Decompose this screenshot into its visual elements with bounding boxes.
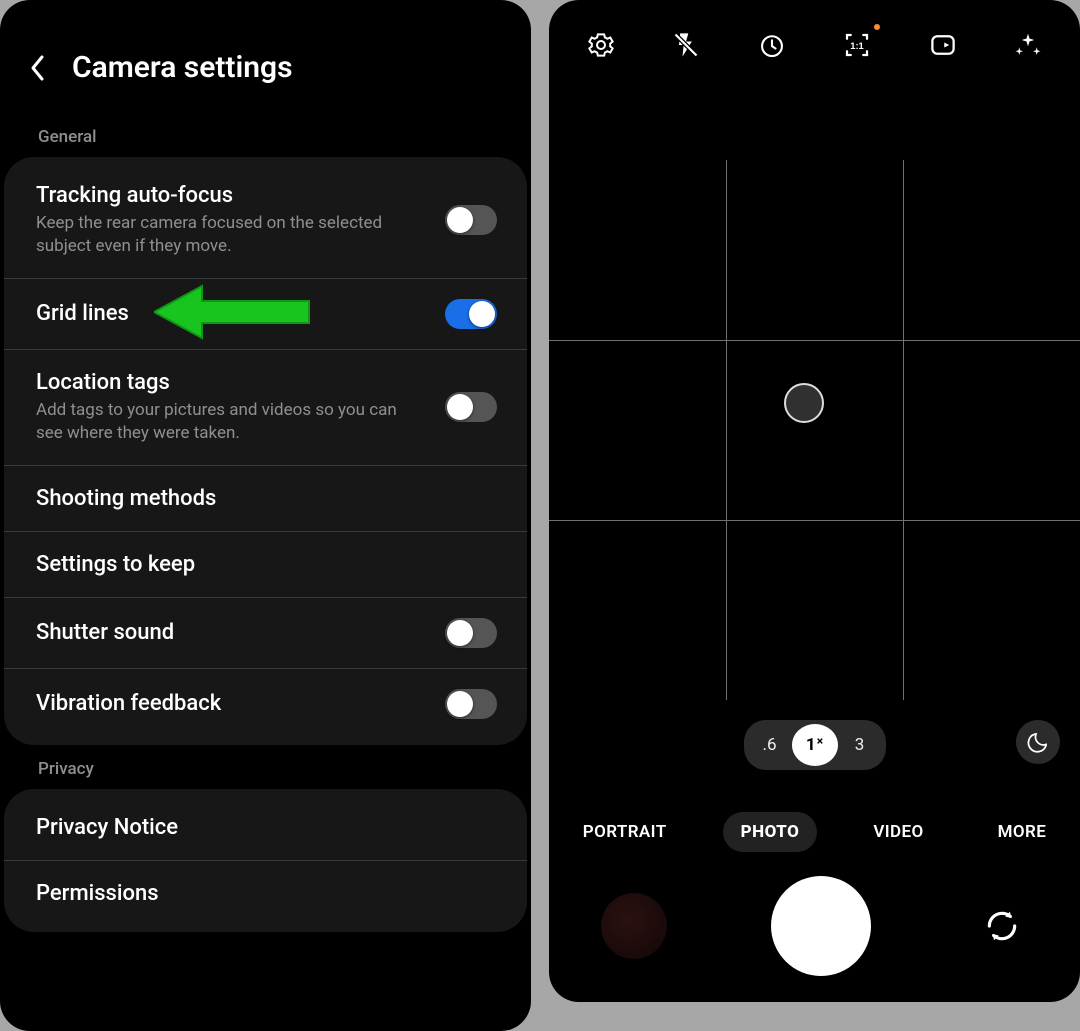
section-privacy-label: Privacy	[0, 745, 531, 789]
grid-line-icon	[549, 340, 1080, 341]
grid-line-icon	[549, 520, 1080, 521]
flash-off-icon[interactable]	[669, 28, 703, 62]
switch-camera-icon	[983, 907, 1021, 945]
setting-title: Tracking auto-focus	[36, 183, 431, 208]
focus-ring-icon	[784, 383, 824, 423]
section-general-label: General	[0, 113, 531, 157]
toggle-grid-lines[interactable]	[445, 299, 497, 329]
zoom-wide-button[interactable]: .6	[748, 727, 792, 763]
setting-shutter-sound[interactable]: Shutter sound	[4, 597, 527, 668]
shutter-button[interactable]	[771, 876, 871, 976]
setting-title: Privacy Notice	[36, 815, 483, 840]
setting-settings-to-keep[interactable]: Settings to keep	[4, 531, 527, 597]
setting-title: Vibration feedback	[36, 691, 431, 716]
mode-photo[interactable]: PHOTO	[723, 812, 818, 852]
camera-panel: 1:1 .6 1× 3 PORTRAIT PHOTO VIDEO MORE	[549, 0, 1080, 1002]
aspect-ratio-icon[interactable]: 1:1	[840, 28, 874, 62]
setting-grid-lines[interactable]: Grid lines	[4, 278, 527, 349]
setting-permissions[interactable]: Permissions	[4, 860, 527, 926]
mode-portrait[interactable]: PORTRAIT	[565, 812, 685, 852]
camera-bottom-bar	[549, 876, 1080, 976]
settings-header: Camera settings	[0, 0, 531, 113]
setting-tracking-autofocus[interactable]: Tracking auto-focus Keep the rear camera…	[4, 163, 527, 278]
setting-title: Shutter sound	[36, 620, 431, 645]
back-icon[interactable]	[28, 53, 48, 83]
settings-panel: Camera settings General Tracking auto-fo…	[0, 0, 531, 1031]
setting-title: Shooting methods	[36, 486, 483, 511]
setting-vibration-feedback[interactable]: Vibration feedback	[4, 668, 527, 739]
setting-title: Grid lines	[36, 301, 431, 326]
settings-group-privacy: Privacy Notice Permissions	[4, 789, 527, 932]
svg-text:1:1: 1:1	[850, 41, 864, 51]
filters-icon[interactable]	[1011, 28, 1045, 62]
viewfinder[interactable]	[549, 160, 1080, 700]
toggle-location-tags[interactable]	[445, 392, 497, 422]
zoom-selector: .6 1× 3	[549, 720, 1080, 770]
timer-icon[interactable]	[755, 28, 789, 62]
indicator-dot-icon	[874, 24, 880, 30]
switch-camera-button[interactable]	[976, 900, 1028, 952]
gallery-thumbnail[interactable]	[601, 893, 667, 959]
zoom-1x-button[interactable]: 1×	[792, 724, 838, 766]
setting-desc: Keep the rear camera focused on the sele…	[36, 212, 406, 258]
mode-selector[interactable]: PORTRAIT PHOTO VIDEO MORE	[549, 812, 1080, 852]
gear-icon[interactable]	[584, 28, 618, 62]
setting-location-tags[interactable]: Location tags Add tags to your pictures …	[4, 349, 527, 465]
motion-photo-icon[interactable]	[926, 28, 960, 62]
zoom-tele-button[interactable]: 3	[838, 727, 882, 763]
mode-video[interactable]: VIDEO	[855, 812, 941, 852]
setting-privacy-notice[interactable]: Privacy Notice	[4, 795, 527, 860]
grid-line-icon	[726, 160, 727, 700]
setting-shooting-methods[interactable]: Shooting methods	[4, 465, 527, 531]
night-mode-button[interactable]	[1016, 720, 1060, 764]
setting-title: Permissions	[36, 881, 483, 906]
page-title: Camera settings	[72, 50, 293, 85]
settings-group-general: Tracking auto-focus Keep the rear camera…	[4, 157, 527, 745]
mode-more[interactable]: MORE	[980, 812, 1065, 852]
moon-icon	[1026, 730, 1050, 754]
toggle-tracking-autofocus[interactable]	[445, 205, 497, 235]
toggle-vibration-feedback[interactable]	[445, 689, 497, 719]
setting-title: Location tags	[36, 370, 431, 395]
setting-title: Settings to keep	[36, 552, 483, 577]
camera-topbar: 1:1	[549, 0, 1080, 80]
setting-desc: Add tags to your pictures and videos so …	[36, 399, 406, 445]
toggle-shutter-sound[interactable]	[445, 618, 497, 648]
grid-line-icon	[903, 160, 904, 700]
